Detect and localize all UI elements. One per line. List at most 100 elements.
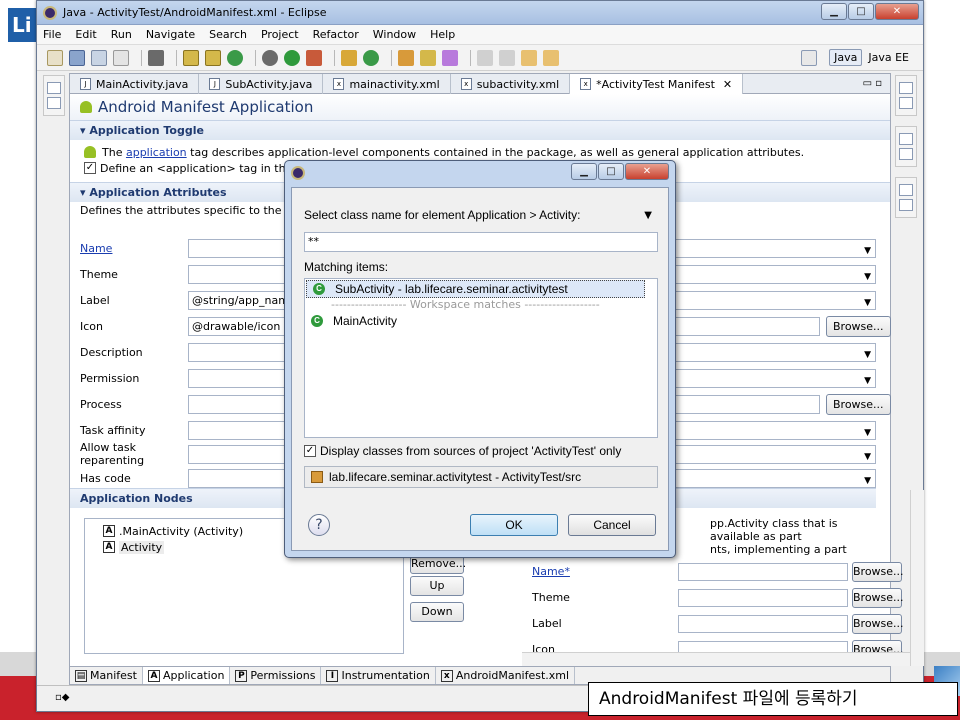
new-java-project-icon[interactable] [183,49,199,66]
select-class-dialog: ▁ □ ✕ Select class name for element Appl… [284,160,676,558]
chevron-down-icon[interactable]: ▼ [864,449,871,466]
detail-name-input[interactable] [678,563,848,581]
browse-button[interactable]: Browse... [826,394,891,415]
attribute-label[interactable]: Name [80,242,190,255]
chevron-down-icon[interactable]: ▼ [864,347,871,364]
down-button[interactable]: Down [410,602,464,622]
window-title: Java - ActivityTest/AndroidManifest.xml … [63,6,327,19]
eclipse-icon [43,5,57,20]
menu-navigate[interactable]: Navigate [146,28,195,41]
tab-application-page[interactable]: A Application [142,667,231,684]
tab-xml-source-page[interactable]: x AndroidManifest.xml [436,667,576,684]
prev-annotation-icon[interactable] [499,49,515,66]
maximize-button[interactable]: □ [848,3,874,20]
new-class-icon[interactable] [227,49,243,66]
open-task-icon[interactable] [363,49,379,66]
menu-refactor[interactable]: Refactor [313,28,359,41]
help-icon[interactable]: ? [308,514,330,536]
dialog-body: Select class name for element Applicatio… [291,187,669,551]
save-all-icon[interactable] [91,49,107,66]
minimized-views-right-1[interactable] [895,75,917,116]
print-icon[interactable] [113,49,129,66]
attribute-label: Task affinity [80,423,146,437]
browse-button[interactable]: Browse... [826,316,891,337]
minimized-views-right-2[interactable] [895,126,917,167]
application-toggle-header[interactable]: ▾ Application Toggle [70,120,890,140]
dialog-maximize-button[interactable]: □ [598,163,624,180]
list-item[interactable]: C SubActivity - lab.lifecare.seminar.acti… [306,280,645,298]
folder-icon[interactable] [420,49,436,66]
menu-window[interactable]: Window [373,28,416,41]
chevron-down-icon[interactable]: ▼ [864,425,871,442]
dialog-close-button[interactable]: ✕ [625,163,669,180]
android-sdk-icon[interactable] [148,49,164,66]
project-only-option[interactable]: ✓ Display classes from sources of projec… [304,444,621,458]
attribute-row: Allow task reparenting [80,441,190,467]
tab-permissions-page[interactable]: P Permissions [230,667,322,684]
menu-file[interactable]: File [43,28,61,41]
chevron-down-icon[interactable]: ▼ [864,269,871,286]
perspective-java[interactable]: Java [829,49,863,66]
menu-run[interactable]: Run [111,28,132,41]
android-icon [80,101,92,113]
tab-mainactivity-xml[interactable]: x mainactivity.xml [323,74,451,94]
menu-edit[interactable]: Edit [75,28,96,41]
new-package-icon[interactable] [205,49,221,66]
detail-theme-browse-button[interactable]: Browse... [852,588,904,608]
marker-icon[interactable] [442,49,458,66]
minimize-button[interactable]: ▁ [821,3,847,20]
ok-button[interactable]: OK [470,514,558,536]
minimized-views-right-3[interactable] [895,177,917,218]
minimized-views-left[interactable] [43,75,65,116]
close-tab-icon[interactable]: ✕ [723,75,732,94]
open-type-icon[interactable] [341,49,357,66]
run-icon[interactable] [284,49,300,66]
detail-theme-input[interactable] [678,589,848,607]
class-filter-input[interactable]: ** [304,232,658,252]
menu-project[interactable]: Project [261,28,299,41]
up-button[interactable]: Up [410,576,464,596]
menu-help[interactable]: Help [430,28,455,41]
project-only-checkbox[interactable]: ✓ [304,445,316,457]
detail-horizontal-scrollbar[interactable] [522,652,910,666]
next-annotation-icon[interactable] [477,49,493,66]
search-icon[interactable] [398,49,414,66]
detail-label-browse-button[interactable]: Browse... [852,614,904,634]
detail-label-input[interactable] [678,615,848,633]
close-button[interactable]: ✕ [875,3,919,20]
attribute-label: Process [80,397,122,411]
dialog-menu-icon[interactable]: ▼ [644,210,652,221]
back-icon[interactable] [521,49,537,66]
tab-mainactivity-java[interactable]: J MainActivity.java [70,74,200,94]
menu-search[interactable]: Search [209,28,247,41]
detail-name-browse-button[interactable]: Browse... [852,562,904,582]
matching-items-list[interactable]: C SubActivity - lab.lifecare.seminar.acti… [304,278,658,438]
chevron-down-icon[interactable]: ▼ [864,243,871,260]
tab-instrumentation-page[interactable]: I Instrumentation [321,667,436,684]
editor-min-max[interactable]: ▭ ▫ [855,74,890,93]
tab-manifest-page[interactable]: ▤ Manifest [70,667,143,684]
forward-icon[interactable] [543,49,559,66]
tab-subactivity-xml[interactable]: x subactivity.xml [451,74,571,94]
define-application-checkbox[interactable]: ✓ [84,162,96,174]
permissions-icon: P [235,669,248,682]
tab-manifest[interactable]: x *ActivityTest Manifest ✕ [570,74,744,94]
open-perspective-icon[interactable] [801,49,818,66]
dialog-minimize-button[interactable]: ▁ [571,163,597,180]
detail-vertical-scrollbar[interactable] [910,490,924,666]
application-link[interactable]: application [126,146,187,159]
chevron-down-icon[interactable]: ▼ [864,295,871,312]
list-item[interactable]: C MainActivity [305,312,657,330]
new-icon[interactable] [47,49,63,66]
matching-items-label: Matching items: [304,260,389,274]
chevron-down-icon[interactable]: ▼ [864,373,871,390]
detail-name-label[interactable]: Name* [532,565,570,578]
external-tools-icon[interactable] [306,49,322,66]
save-icon[interactable] [69,49,85,66]
chevron-down-icon[interactable]: ▼ [864,473,871,490]
tab-subactivity-java[interactable]: J SubActivity.java [199,74,324,94]
perspective-javaee[interactable]: Java EE [868,51,909,64]
cancel-button[interactable]: Cancel [568,514,656,536]
activity-description: pp.Activity class that is available as p… [710,517,847,556]
debug-icon[interactable] [262,49,278,66]
